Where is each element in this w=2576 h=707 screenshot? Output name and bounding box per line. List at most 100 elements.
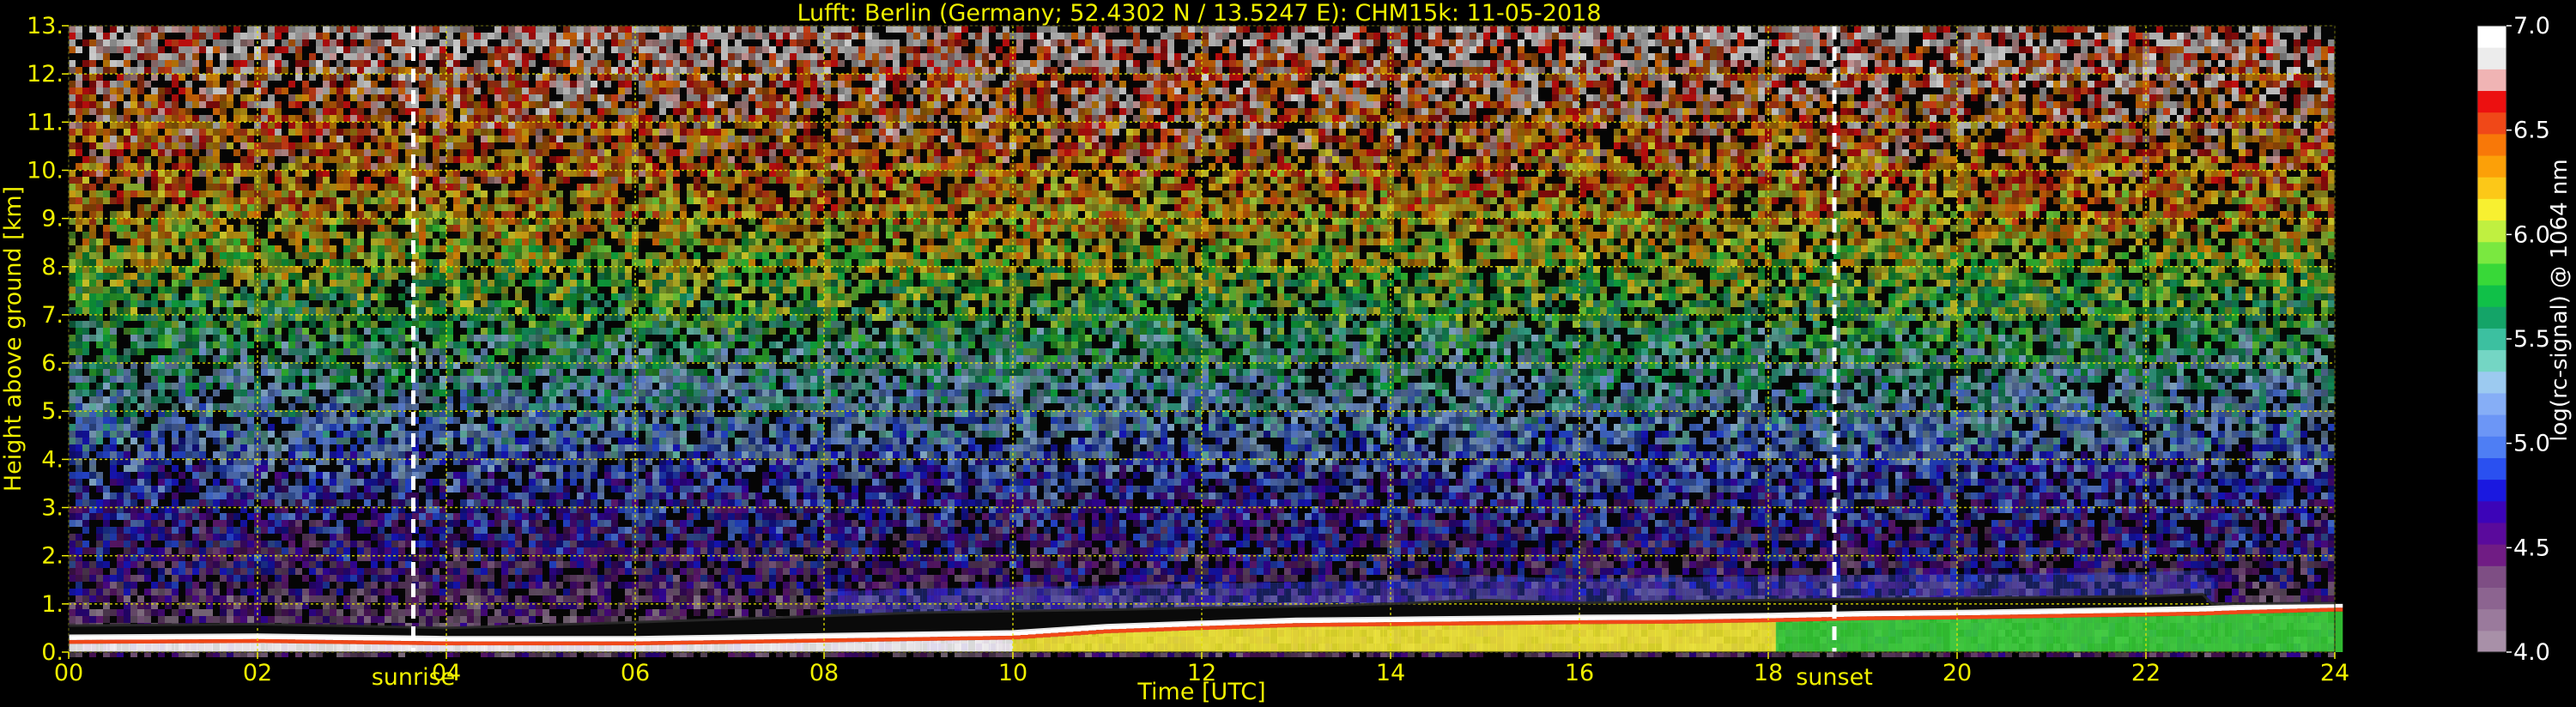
noise-cell <box>1998 142 2005 149</box>
noise-cell <box>1064 94 1071 101</box>
noise-cell <box>1003 149 1009 156</box>
noise-cell <box>330 88 336 94</box>
noise-cell <box>288 26 295 33</box>
noise-cell <box>838 26 845 33</box>
noise-cell <box>913 74 920 81</box>
noise-cell <box>192 115 199 122</box>
noise-cell <box>989 101 996 108</box>
noise-cell <box>1463 122 1470 129</box>
noise-cell <box>1545 101 1552 108</box>
noise-cell <box>1291 53 1298 60</box>
noise-cell <box>89 142 96 149</box>
noise-cell <box>1318 115 1325 122</box>
noise-cell <box>618 46 625 53</box>
noise-cell <box>2280 129 2287 136</box>
noise-cell <box>1188 33 1195 39</box>
noise-cell <box>1112 94 1119 101</box>
noise-cell <box>1483 39 1490 46</box>
noise-cell <box>419 142 426 149</box>
noise-cell <box>1140 108 1147 115</box>
noise-cell <box>906 101 913 108</box>
noise-cell <box>1133 142 1140 149</box>
noise-cell <box>1044 122 1051 129</box>
noise-cell <box>1476 60 1483 67</box>
noise-cell <box>343 46 350 53</box>
noise-cell <box>2053 88 2060 94</box>
noise-cell <box>852 53 858 60</box>
noise-cell <box>1875 115 1882 122</box>
noise-cell <box>2246 108 2252 115</box>
noise-cell <box>1785 33 1792 39</box>
noise-cell <box>295 67 302 74</box>
noise-cell <box>803 53 810 60</box>
noise-cell <box>2067 101 2074 108</box>
noise-cell <box>1950 74 1957 81</box>
noise-cell <box>233 39 240 46</box>
noise-cell <box>1785 67 1792 74</box>
noise-cell <box>1133 33 1140 39</box>
noise-cell <box>838 46 845 53</box>
noise-cell <box>625 74 632 81</box>
noise-cell <box>1751 142 1758 149</box>
noise-cell <box>2252 39 2259 46</box>
noise-cell <box>124 108 130 115</box>
noise-cell <box>975 129 982 136</box>
noise-cell <box>2307 39 2314 46</box>
noise-cell <box>652 74 659 81</box>
noise-cell <box>1209 39 1215 46</box>
noise-cell <box>2225 115 2232 122</box>
noise-cell <box>982 33 989 39</box>
noise-cell <box>1737 88 1744 94</box>
noise-cell <box>336 26 343 33</box>
noise-cell <box>714 46 721 53</box>
noise-cell <box>2314 74 2321 81</box>
noise-cell <box>460 88 467 94</box>
noise-cell <box>961 39 968 46</box>
noise-cell <box>1463 81 1470 88</box>
noise-cell <box>1435 81 1442 88</box>
noise-cell <box>206 67 213 74</box>
noise-cell <box>130 53 137 60</box>
noise-cell <box>179 53 185 60</box>
noise-cell <box>137 67 144 74</box>
noise-cell <box>865 94 872 101</box>
noise-cell <box>508 149 515 156</box>
noise-cell <box>1099 108 1106 115</box>
noise-cell <box>1071 142 1078 149</box>
noise-cell <box>762 39 769 46</box>
noise-cell <box>618 142 625 149</box>
noise-cell <box>2101 33 2108 39</box>
noise-cell <box>2060 101 2067 108</box>
noise-cell <box>302 33 309 39</box>
noise-cell <box>570 88 577 94</box>
noise-cell <box>1902 108 1909 115</box>
noise-cell <box>1957 108 1964 115</box>
noise-cell <box>2060 149 2067 156</box>
noise-cell <box>165 67 172 74</box>
noise-cell <box>1161 142 1167 149</box>
noise-cell <box>673 108 680 115</box>
noise-cell <box>1270 60 1277 67</box>
noise-cell <box>1401 46 1408 53</box>
noise-cell <box>1737 26 1744 33</box>
noise-cell <box>1710 88 1717 94</box>
noise-cell <box>151 115 158 122</box>
noise-cell <box>501 122 508 129</box>
noise-cell <box>2129 129 2136 136</box>
noise-cell <box>2266 129 2273 136</box>
noise-cell <box>89 60 96 67</box>
noise-cell <box>2294 142 2300 149</box>
noise-cell <box>865 149 872 156</box>
noise-cell <box>824 122 831 129</box>
noise-cell <box>1312 142 1318 149</box>
noise-cell <box>1641 94 1648 101</box>
noise-cell <box>2170 122 2177 129</box>
noise-cell <box>1284 136 1291 142</box>
noise-cell <box>2108 88 2115 94</box>
noise-cell <box>1689 39 1696 46</box>
noise-cell <box>673 129 680 136</box>
noise-cell <box>906 67 913 74</box>
noise-cell <box>247 26 254 33</box>
noise-cell <box>1758 122 1765 129</box>
noise-cell <box>700 94 707 101</box>
